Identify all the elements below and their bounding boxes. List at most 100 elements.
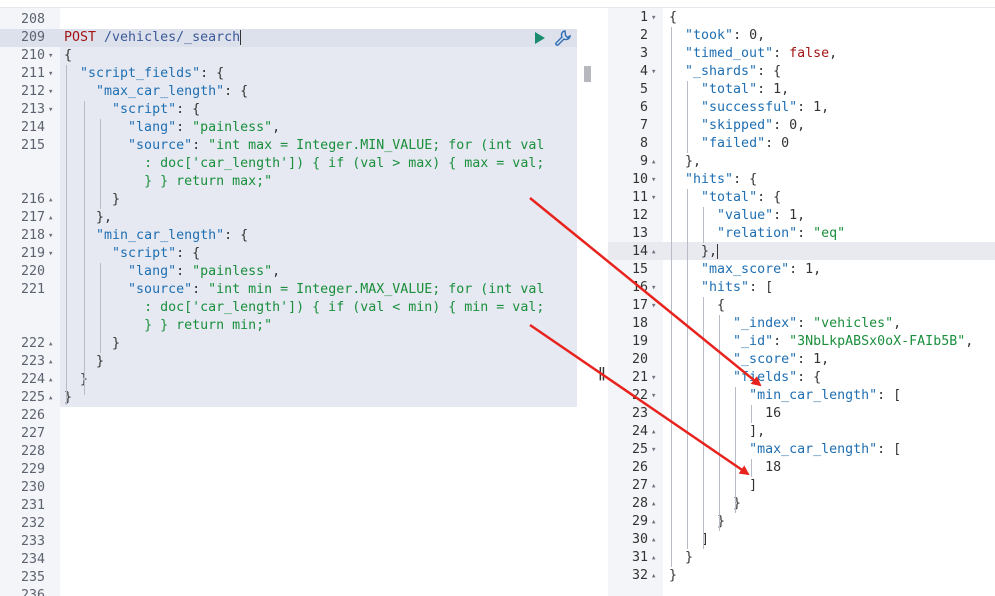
editor-line[interactable]: 230 (0, 479, 577, 497)
fold-toggle-icon[interactable]: ▴ (48, 191, 58, 209)
code-text: } (112, 336, 121, 351)
fold-toggle-icon[interactable]: ▴ (651, 549, 661, 567)
indent-guide (687, 81, 688, 153)
line-number: 225 (20, 390, 45, 405)
editor-line[interactable]: 224▴ } (0, 371, 577, 389)
editor-line[interactable]: 229 (0, 461, 577, 479)
wrench-icon[interactable] (553, 28, 573, 48)
editor-line[interactable]: } } return min;" (0, 317, 577, 335)
editor-line[interactable]: 236 (0, 587, 577, 596)
code-text: "source": "int min = Integer.MAX_VALUE; … (128, 282, 545, 297)
indent-guide (66, 65, 67, 405)
code-text: } } return max;" (144, 174, 273, 189)
line-number: 3 (639, 46, 648, 61)
code-text: ] (749, 478, 758, 493)
fold-toggle-icon[interactable]: ▾ (48, 227, 58, 245)
editor-line[interactable]: 215 "source": "int max = Integer.MIN_VAL… (0, 137, 577, 155)
fold-toggle-icon[interactable]: ▴ (651, 243, 661, 261)
editor-line[interactable]: 228 (0, 443, 577, 461)
editor-line[interactable]: 218 ▾ "min_car_length": { (0, 227, 577, 245)
editor-line[interactable]: 213 ▾ "script": { (0, 101, 577, 119)
fold-toggle-icon[interactable]: ▾ (651, 189, 661, 207)
code-text: "max_car_length": { (96, 84, 249, 99)
editor-line[interactable]: 211 ▾ "script_fields": { (0, 65, 577, 83)
play-icon[interactable] (533, 29, 547, 47)
response-line: 14 ▴ }, (608, 243, 995, 261)
code-text: POST /vehicles/_search (64, 29, 242, 45)
fold-toggle-icon[interactable]: ▾ (651, 369, 661, 387)
pane-splitter[interactable] (594, 8, 608, 596)
editor-line[interactable]: 220 "lang": "painless", (0, 263, 577, 281)
fold-toggle-icon[interactable]: ▴ (48, 353, 58, 371)
editor-line[interactable]: : doc['car_length']) { if (val > max) { … (0, 155, 577, 173)
editor-line[interactable]: 226 (0, 407, 577, 425)
request-scrollbar[interactable] (584, 66, 591, 82)
fold-toggle-icon[interactable]: ▴ (651, 567, 661, 585)
fold-toggle-icon[interactable]: ▾ (651, 9, 661, 27)
editor-line[interactable]: 219 ▾ "script": { (0, 245, 577, 263)
editor-line[interactable]: 225 ▴} (0, 389, 577, 407)
editor-line[interactable]: 221 "source": "int min = Integer.MAX_VAL… (0, 281, 577, 299)
editor-line[interactable]: 222 ▴ } (0, 335, 577, 353)
response-line: 26 18 (608, 459, 995, 477)
line-number: 5 (639, 82, 648, 97)
code-text: } (733, 496, 742, 511)
editor-line[interactable]: 233 (0, 533, 577, 551)
line-number: 9 (639, 154, 648, 169)
code-text: "script_fields": { (80, 66, 225, 81)
fold-toggle-icon[interactable]: ▾ (651, 279, 661, 297)
line-number: 216 (20, 192, 45, 207)
response-line: 7 "skipped": 0, (608, 117, 995, 135)
fold-toggle-icon[interactable]: ▾ (651, 387, 661, 405)
fold-toggle-icon[interactable]: ▴ (651, 513, 661, 531)
editor-line[interactable]: 235 (0, 569, 577, 587)
fold-toggle-icon[interactable]: ▾ (48, 101, 58, 119)
fold-toggle-icon[interactable]: ▴ (48, 335, 58, 353)
fold-toggle-icon[interactable]: ▴ (48, 371, 58, 389)
editor-line[interactable]: 208 (0, 11, 577, 29)
console-app: 208 209 POST /vehicles/_search 210 ▾{211 ▾ "s… (0, 0, 995, 596)
code-text: "value": 1, (717, 208, 806, 223)
indent-guide (703, 207, 704, 243)
editor-line[interactable]: 214 "lang": "painless", (0, 119, 577, 137)
line-number: 12 (631, 208, 648, 223)
fold-toggle-icon[interactable]: ▴ (48, 209, 58, 227)
editor-line[interactable]: 223 ▴ } (0, 353, 577, 371)
response-viewer[interactable]: 1 ▾{2 "took": 0, 3 "timed_out": false, 4 ▾ "… (608, 8, 995, 596)
editor-line[interactable]: : doc['car_length']) { if (val < min) { … (0, 299, 577, 317)
editor-line[interactable]: 216 ▴ } (0, 191, 577, 209)
splitter-handle-icon[interactable]: ‖ (598, 366, 606, 381)
line-number: 22 (631, 388, 648, 403)
editor-line[interactable]: 209 POST /vehicles/_search (0, 29, 577, 47)
editor-line[interactable]: 217 ▴ }, (0, 209, 577, 227)
request-editor[interactable]: 208 209 POST /vehicles/_search 210 ▾{211 ▾ "s… (0, 8, 594, 596)
editor-line[interactable]: 232 (0, 515, 577, 533)
fold-toggle-icon[interactable]: ▾ (651, 297, 661, 315)
fold-toggle-icon[interactable]: ▴ (651, 477, 661, 495)
fold-toggle-icon[interactable]: ▴ (48, 389, 58, 407)
editor-line[interactable]: 227 (0, 425, 577, 443)
fold-toggle-icon[interactable]: ▾ (48, 47, 58, 65)
fold-toggle-icon[interactable]: ▾ (651, 171, 661, 189)
fold-toggle-icon[interactable]: ▾ (651, 441, 661, 459)
fold-toggle-icon[interactable]: ▾ (48, 65, 58, 83)
fold-toggle-icon[interactable]: ▾ (48, 245, 58, 263)
fold-toggle-icon[interactable]: ▴ (651, 495, 661, 513)
editor-line[interactable]: 234 (0, 551, 577, 569)
line-number: 7 (639, 118, 648, 133)
editor-line[interactable]: 212 ▾ "max_car_length": { (0, 83, 577, 101)
editor-line[interactable]: 210 ▾ { (0, 47, 577, 65)
indent-guide (719, 315, 720, 531)
code-text: "_shards": { (685, 64, 782, 79)
fold-toggle-icon[interactable]: ▴ (651, 153, 661, 171)
fold-toggle-icon[interactable]: ▾ (651, 63, 661, 81)
line-number: 2 (639, 28, 648, 43)
fold-toggle-icon[interactable]: ▴ (651, 531, 661, 549)
indent-guide (703, 297, 704, 549)
editor-line[interactable]: 231 (0, 497, 577, 515)
fold-toggle-icon[interactable]: ▴ (651, 423, 661, 441)
code-text: "total": { (701, 190, 782, 205)
editor-line[interactable]: } } return max;" (0, 173, 577, 191)
code-text: }, (685, 154, 702, 169)
fold-toggle-icon[interactable]: ▾ (48, 83, 58, 101)
